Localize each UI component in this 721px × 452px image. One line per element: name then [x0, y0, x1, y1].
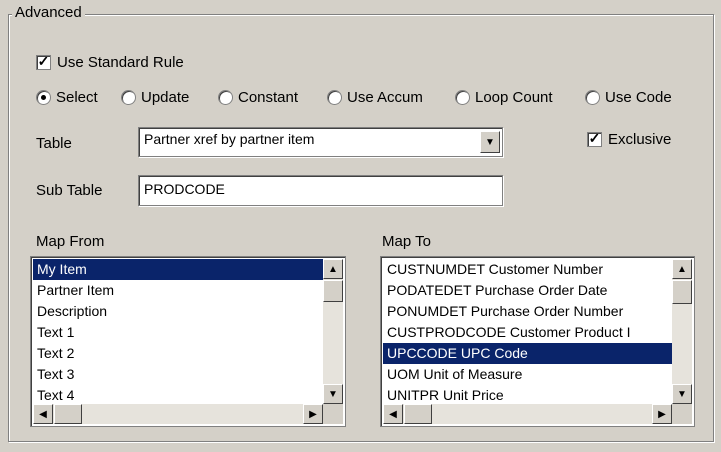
use-standard-rule-check-icon: ✓	[36, 53, 51, 70]
radio-use-code-icon	[585, 90, 600, 105]
exclusive-checkbox[interactable]: ✓ Exclusive	[587, 130, 672, 148]
list-item[interactable]: UNITPR Unit Price	[383, 385, 672, 404]
scroll-corner	[323, 404, 343, 424]
list-item[interactable]: Text 2	[33, 343, 323, 364]
radio-loop-count-icon	[455, 90, 470, 105]
map-from-listbox[interactable]: My Item Partner Item Description Text 1 …	[30, 256, 346, 427]
radio-use-code[interactable]: Use Code	[585, 89, 672, 106]
use-standard-rule-checkbox[interactable]: ✓ Use Standard Rule	[36, 53, 184, 71]
scroll-up-arrow-icon[interactable]: ▲	[323, 259, 343, 279]
dropdown-arrow-icon[interactable]: ▼	[480, 131, 500, 153]
radio-loop-count[interactable]: Loop Count	[455, 89, 553, 106]
list-item[interactable]: Text 1	[33, 322, 323, 343]
table-dropdown-value: Partner xref by partner item	[144, 131, 315, 147]
map-from-label: Map From	[36, 233, 105, 250]
list-item[interactable]: UPCCODE UPC Code	[383, 343, 672, 364]
sub-table-value: PRODCODE	[144, 181, 225, 197]
map-to-label: Map To	[382, 233, 431, 250]
radio-use-accum-icon	[327, 90, 342, 105]
list-item[interactable]: UOM Unit of Measure	[383, 364, 672, 385]
exclusive-label: Exclusive	[608, 131, 672, 148]
sub-table-label: Sub Table	[36, 182, 103, 199]
list-item[interactable]: PODATEDET Purchase Order Date	[383, 280, 672, 301]
radio-select-icon	[36, 90, 51, 105]
scroll-thumb[interactable]	[672, 280, 692, 304]
scroll-up-arrow-icon[interactable]: ▲	[672, 259, 692, 279]
map-from-horizontal-scrollbar[interactable]: ◀ ▶	[33, 404, 323, 424]
radio-constant[interactable]: Constant	[218, 89, 298, 106]
radio-update-icon	[121, 90, 136, 105]
radio-use-accum[interactable]: Use Accum	[327, 89, 423, 106]
list-item[interactable]: Partner Item	[33, 280, 323, 301]
list-item[interactable]: PONUMDET Purchase Order Number	[383, 301, 672, 322]
scroll-left-arrow-icon[interactable]: ◀	[33, 404, 53, 424]
sub-table-input[interactable]: PRODCODE	[138, 175, 503, 206]
scroll-down-arrow-icon[interactable]: ▼	[672, 384, 692, 404]
scroll-thumb[interactable]	[404, 404, 432, 424]
radio-select-label: Select	[56, 89, 98, 106]
scroll-right-arrow-icon[interactable]: ▶	[652, 404, 672, 424]
map-to-vertical-scrollbar[interactable]: ▲ ▼	[672, 259, 692, 404]
radio-constant-icon	[218, 90, 233, 105]
list-item[interactable]: Description	[33, 301, 323, 322]
radio-use-accum-label: Use Accum	[347, 89, 423, 106]
exclusive-check-icon: ✓	[587, 130, 602, 147]
radio-update-label: Update	[141, 89, 190, 106]
scroll-down-arrow-icon[interactable]: ▼	[323, 384, 343, 404]
map-to-horizontal-scrollbar[interactable]: ◀ ▶	[383, 404, 672, 424]
table-dropdown[interactable]: Partner xref by partner item ▼	[138, 127, 503, 157]
map-to-listbox[interactable]: CUSTNUMDET Customer Number PODATEDET Pur…	[380, 256, 695, 427]
advanced-group-title: Advanced	[12, 4, 85, 21]
list-item[interactable]: Text 4	[33, 385, 323, 404]
list-item[interactable]: CUSTPRODCODE Customer Product I	[383, 322, 672, 343]
scroll-thumb[interactable]	[323, 280, 343, 302]
scroll-right-arrow-icon[interactable]: ▶	[303, 404, 323, 424]
map-from-vertical-scrollbar[interactable]: ▲ ▼	[323, 259, 343, 404]
list-item[interactable]: Text 3	[33, 364, 323, 385]
radio-select[interactable]: Select	[36, 89, 98, 106]
use-standard-rule-label: Use Standard Rule	[57, 54, 184, 71]
radio-loop-count-label: Loop Count	[475, 89, 553, 106]
list-item[interactable]: My Item	[33, 259, 323, 280]
radio-constant-label: Constant	[238, 89, 299, 106]
radio-update[interactable]: Update	[121, 89, 189, 106]
scroll-thumb[interactable]	[54, 404, 82, 424]
table-label: Table	[36, 135, 72, 152]
radio-use-code-label: Use Code	[605, 89, 672, 106]
list-item[interactable]: CUSTNUMDET Customer Number	[383, 259, 672, 280]
scroll-left-arrow-icon[interactable]: ◀	[383, 404, 403, 424]
scroll-corner	[672, 404, 692, 424]
